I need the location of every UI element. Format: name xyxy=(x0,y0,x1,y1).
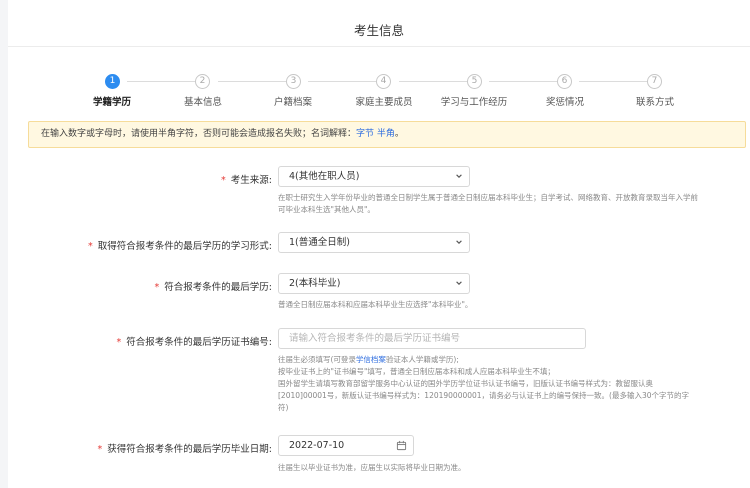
source-hint: 在职士研究生入学年份毕业的普通全日制学生属于普通全日制应届本科毕业生；自学考试、… xyxy=(278,193,698,214)
chevron-down-icon xyxy=(456,281,462,285)
cert-no-label: * 符合报考条件的最后学历证书编号: xyxy=(117,334,272,348)
step-connector xyxy=(399,81,467,82)
step-4-label[interactable]: 家庭主要成员 xyxy=(339,94,429,108)
notice-link-byte[interactable]: 字节 xyxy=(356,129,374,139)
step-5-number[interactable]: 5 xyxy=(467,74,482,89)
notice-end: 。 xyxy=(394,129,404,139)
study-form-value: 1(普通全日制) xyxy=(289,237,350,248)
notice-link-halfwidth[interactable]: 半角 xyxy=(377,129,395,139)
title-divider xyxy=(8,46,750,47)
exam-info-card: 考生信息 1 学籍学历 2 基本信息 3 户籍档案 4 家庭主要成员 5 学习与… xyxy=(8,0,750,488)
step-4-number[interactable]: 4 xyxy=(376,74,391,89)
step-connector xyxy=(218,81,286,82)
step-7-number[interactable]: 7 xyxy=(647,74,662,89)
step-7-label[interactable]: 联系方式 xyxy=(610,94,700,108)
cert-hint-2: 按毕业证书上的"证书编号"填写，普通全日制应届本科和成人应届本科毕业生不填； xyxy=(278,367,555,376)
source-label: * 考生来源: xyxy=(221,172,272,186)
cert-no-hint: 往届生必须填写(可登录学信档案验证本人学籍或学历); 按毕业证书上的"证书编号"… xyxy=(278,354,698,414)
grad-date-hint: 往届生以毕业证书为准，应届生以实际将毕业日期为准。 xyxy=(278,463,466,472)
cert-no-input[interactable]: 请输入符合报考条件的最后学历证书编号 xyxy=(278,328,586,349)
cert-hint-1a: 往届生必须填写(可登录 xyxy=(278,355,356,364)
grad-date-picker[interactable]: 2022-07-10 xyxy=(278,435,414,456)
step-6-label[interactable]: 奖惩情况 xyxy=(520,94,610,108)
last-degree-label-text: 符合报考条件的最后学历: xyxy=(164,282,272,293)
study-form-label-text: 取得符合报考条件的最后学历的学习形式: xyxy=(97,241,272,252)
step-connector xyxy=(127,81,195,82)
step-2-label[interactable]: 基本信息 xyxy=(158,94,248,108)
notice-text: 在输入数字或字母时，请使用半角字符，否则可能会造成报名失败；名词解释： xyxy=(41,129,357,139)
xuexin-link[interactable]: 学信档案 xyxy=(356,355,386,364)
grad-date-label-text: 获得符合报考条件的最后学历毕业日期: xyxy=(107,444,272,455)
last-degree-select[interactable]: 2(本科毕业) xyxy=(278,273,470,294)
halfwidth-notice: 在输入数字或字母时，请使用半角字符，否则可能会造成报名失败；名词解释：字节 半角… xyxy=(28,121,746,148)
step-2-number[interactable]: 2 xyxy=(195,74,210,89)
last-degree-hint: 普通全日制应届本科和应届本科毕业生应选择"本科毕业"。 xyxy=(278,300,473,309)
step-1-label[interactable]: 学籍学历 xyxy=(67,94,157,108)
cert-no-label-text: 符合报考条件的最后学历证书编号: xyxy=(126,337,272,348)
last-degree-value: 2(本科毕业) xyxy=(289,278,341,289)
source-select[interactable]: 4(其他在职人员) xyxy=(278,166,470,187)
required-mark: * xyxy=(221,175,226,186)
step-connector xyxy=(579,81,647,82)
last-degree-label: * 符合报考条件的最后学历: xyxy=(155,279,272,293)
grad-date-value: 2022-07-10 xyxy=(289,440,345,451)
chevron-down-icon xyxy=(456,174,462,178)
step-3-number[interactable]: 3 xyxy=(286,74,301,89)
required-mark: * xyxy=(116,337,122,348)
chevron-down-icon xyxy=(456,240,462,244)
study-form-label: * 取得符合报考条件的最后学历的学习形式: xyxy=(88,238,272,252)
step-connector xyxy=(308,81,376,82)
step-progress: 1 学籍学历 2 基本信息 3 户籍档案 4 家庭主要成员 5 学习与工作经历 … xyxy=(8,73,750,113)
step-connector xyxy=(489,81,557,82)
step-3-label[interactable]: 户籍档案 xyxy=(248,94,338,108)
step-6-number[interactable]: 6 xyxy=(557,74,572,89)
source-value: 4(其他在职人员) xyxy=(289,171,360,182)
cert-hint-1b: 验证本人学籍或学历); xyxy=(385,355,459,364)
source-label-text: 考生来源: xyxy=(230,175,272,186)
calendar-icon xyxy=(396,440,407,451)
step-1-number[interactable]: 1 xyxy=(105,74,120,89)
required-mark: * xyxy=(154,282,160,293)
step-5-label[interactable]: 学习与工作经历 xyxy=(429,94,519,108)
cert-hint-3: 国外留学生请填写教育部留学服务中心认证的国外学历学位证书认证书编号，旧版认证书编… xyxy=(278,379,690,412)
grad-date-label: * 获得符合报考条件的最后学历毕业日期: xyxy=(98,441,272,455)
required-mark: * xyxy=(97,444,103,455)
page-title: 考生信息 xyxy=(353,23,404,38)
required-mark: * xyxy=(88,241,93,252)
study-form-select[interactable]: 1(普通全日制) xyxy=(278,232,470,253)
